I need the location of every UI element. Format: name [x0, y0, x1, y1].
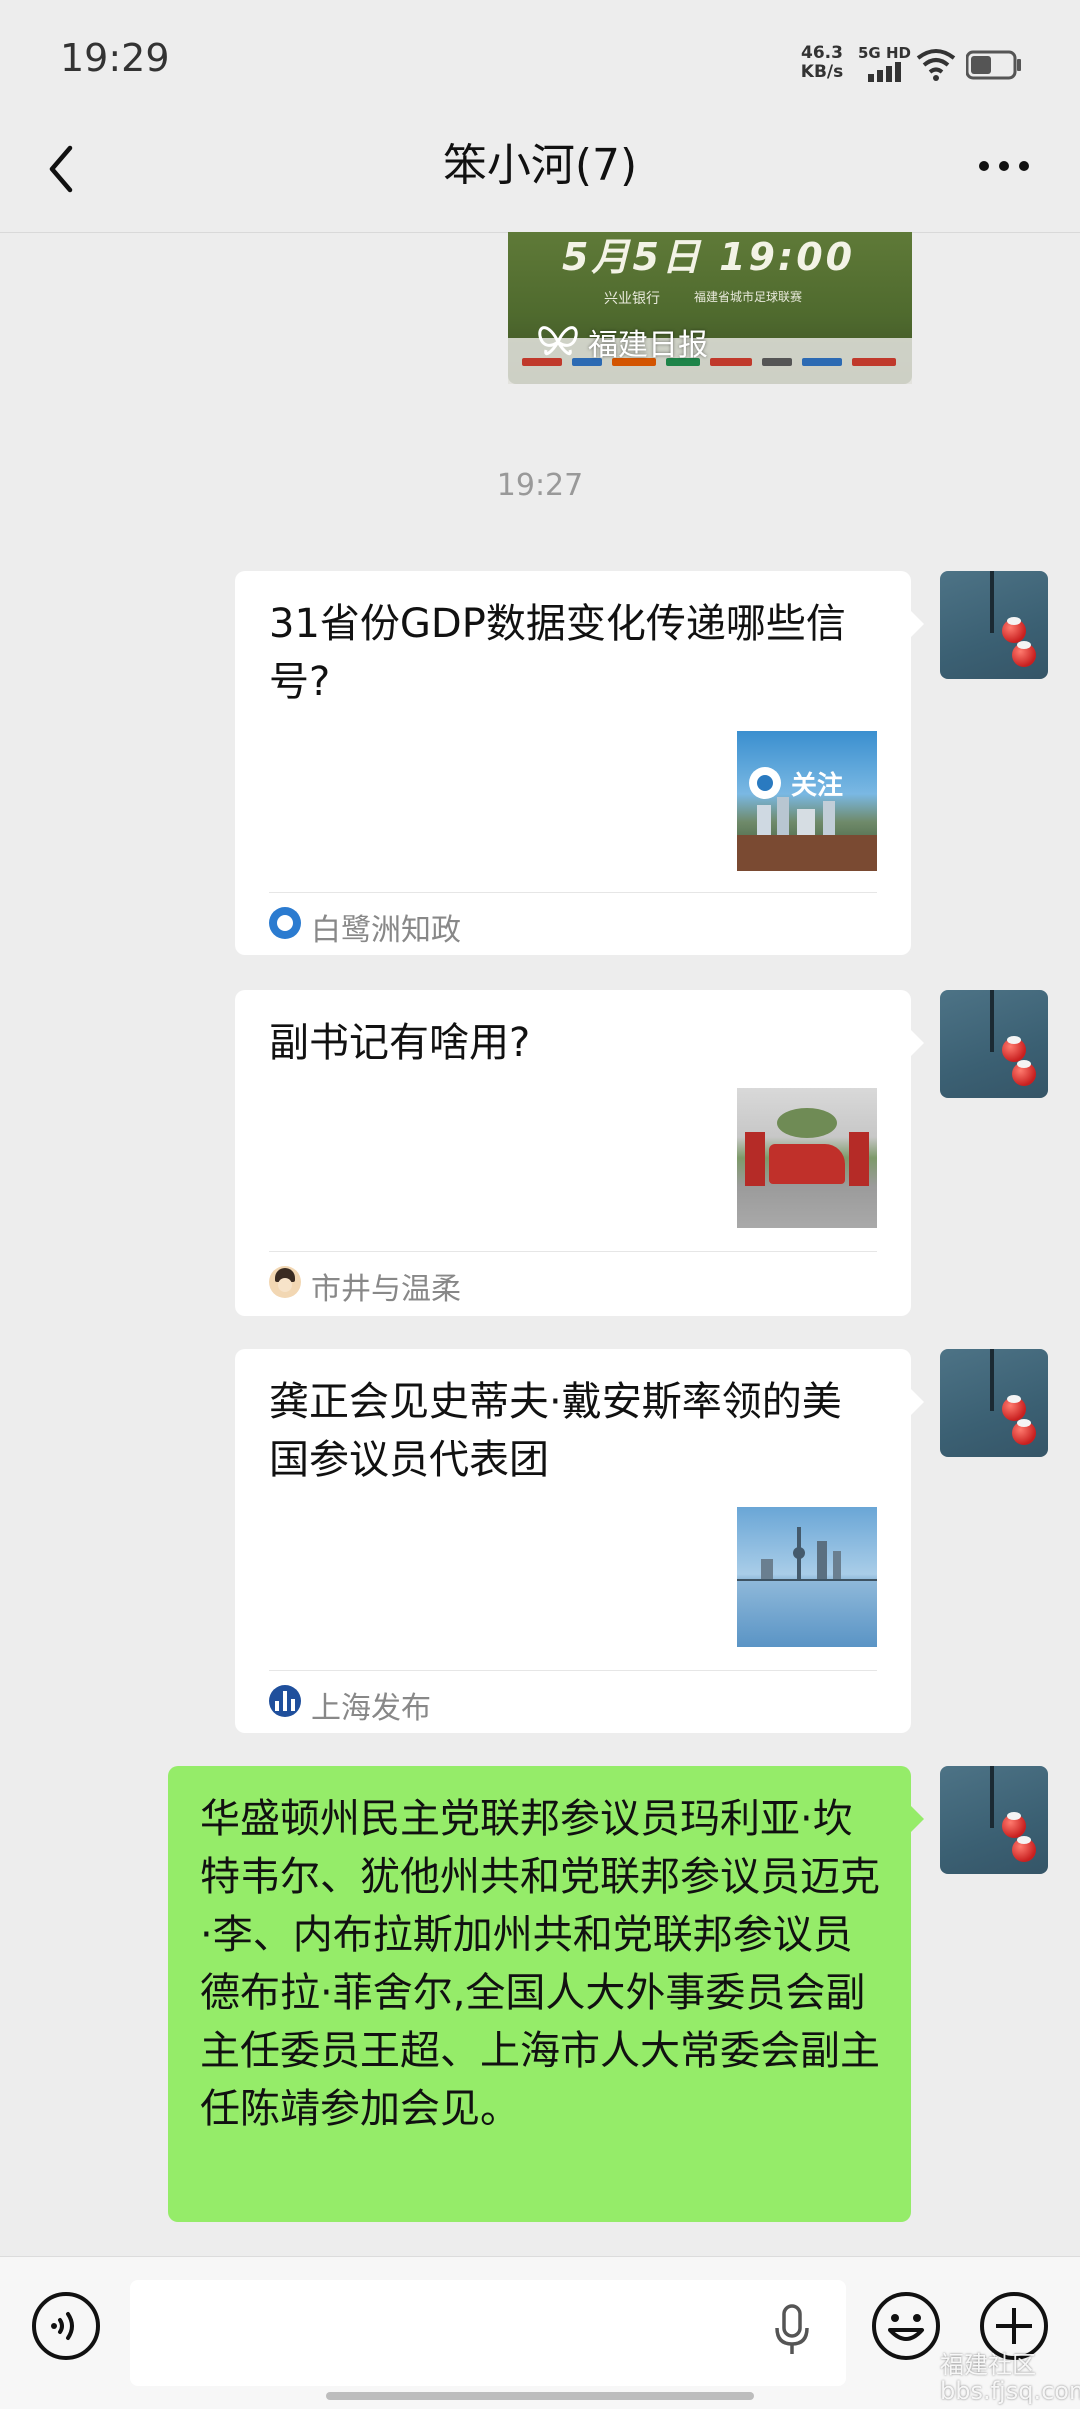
emoji-icon[interactable]	[870, 2290, 942, 2362]
article-card[interactable]: 31省份GDP数据变化传递哪些信号? 关注 白鹭洲知政	[235, 571, 911, 955]
user-avatar[interactable]	[940, 1766, 1048, 1874]
egret-icon	[269, 907, 301, 939]
watermark: 福建社区 bbs.fjsq.com	[940, 2351, 1080, 2405]
article-thumbnail: 关注	[737, 731, 877, 871]
article-source: 上海发布	[311, 1691, 431, 1726]
article-title: 副书记有啥用?	[269, 1020, 531, 1066]
video-headline: 5月5日 19:00	[562, 235, 856, 279]
bubble-tail	[911, 611, 924, 637]
article-card[interactable]: 副书记有啥用? 市井与温柔	[235, 990, 911, 1316]
video-source-name: 福建日报	[588, 328, 708, 363]
page-title: 笨小河(7)	[442, 140, 638, 191]
article-source: 市井与温柔	[311, 1272, 461, 1307]
article-card[interactable]: 龚正会见史蒂夫·戴安斯率领的美国参议员代表团 上海发布	[235, 1349, 911, 1733]
article-thumbnail	[737, 1507, 877, 1647]
skyline-icon	[269, 1685, 301, 1717]
user-avatar[interactable]	[940, 990, 1048, 1098]
user-avatar[interactable]	[940, 1349, 1048, 1457]
status-time: 19:29	[60, 36, 170, 80]
voice-icon[interactable]	[30, 2290, 102, 2362]
thumbnail-label: 关注	[791, 771, 844, 801]
network-type: 5G HD	[858, 44, 911, 62]
battery-icon	[966, 50, 1021, 80]
butterfly-icon	[538, 326, 578, 356]
article-source: 白鹭洲知政	[311, 913, 461, 948]
network-speed: 46.3 KB/s	[796, 44, 848, 82]
text-message: 华盛顿州民主党联邦参议员玛利亚·坎特韦尔、犹他州共和党联邦参议员迈克·李、内布拉…	[200, 1796, 880, 2132]
bubble-tail	[911, 1389, 924, 1415]
bubble-tail	[911, 1030, 924, 1056]
more-horizontal-icon[interactable]	[976, 158, 1032, 174]
video-sponsor-label: 兴业银行	[604, 291, 660, 307]
card-divider	[269, 1251, 877, 1252]
microphone-icon[interactable]	[772, 2304, 812, 2356]
message-input[interactable]	[130, 2280, 846, 2386]
card-divider	[269, 1670, 877, 1671]
article-title: 31省份GDP数据变化传递哪些信号?	[269, 601, 846, 705]
video-sponsor-label: 福建省城市足球联赛	[694, 290, 803, 304]
home-indicator[interactable]	[326, 2392, 754, 2400]
signal-icon	[868, 62, 901, 82]
article-title: 龚正会见史蒂夫·戴安斯率领的美国参议员代表团	[269, 1379, 842, 1483]
article-thumbnail	[737, 1088, 877, 1228]
chat-timestamp: 19:27	[496, 468, 584, 503]
card-divider	[269, 892, 877, 893]
network-speed-value: 46.3	[801, 43, 843, 63]
user-avatar[interactable]	[940, 571, 1048, 679]
network-speed-unit: KB/s	[800, 62, 844, 82]
wifi-icon	[916, 49, 956, 81]
avatar-girl-icon	[269, 1266, 301, 1298]
bubble-tail	[911, 1806, 924, 1832]
